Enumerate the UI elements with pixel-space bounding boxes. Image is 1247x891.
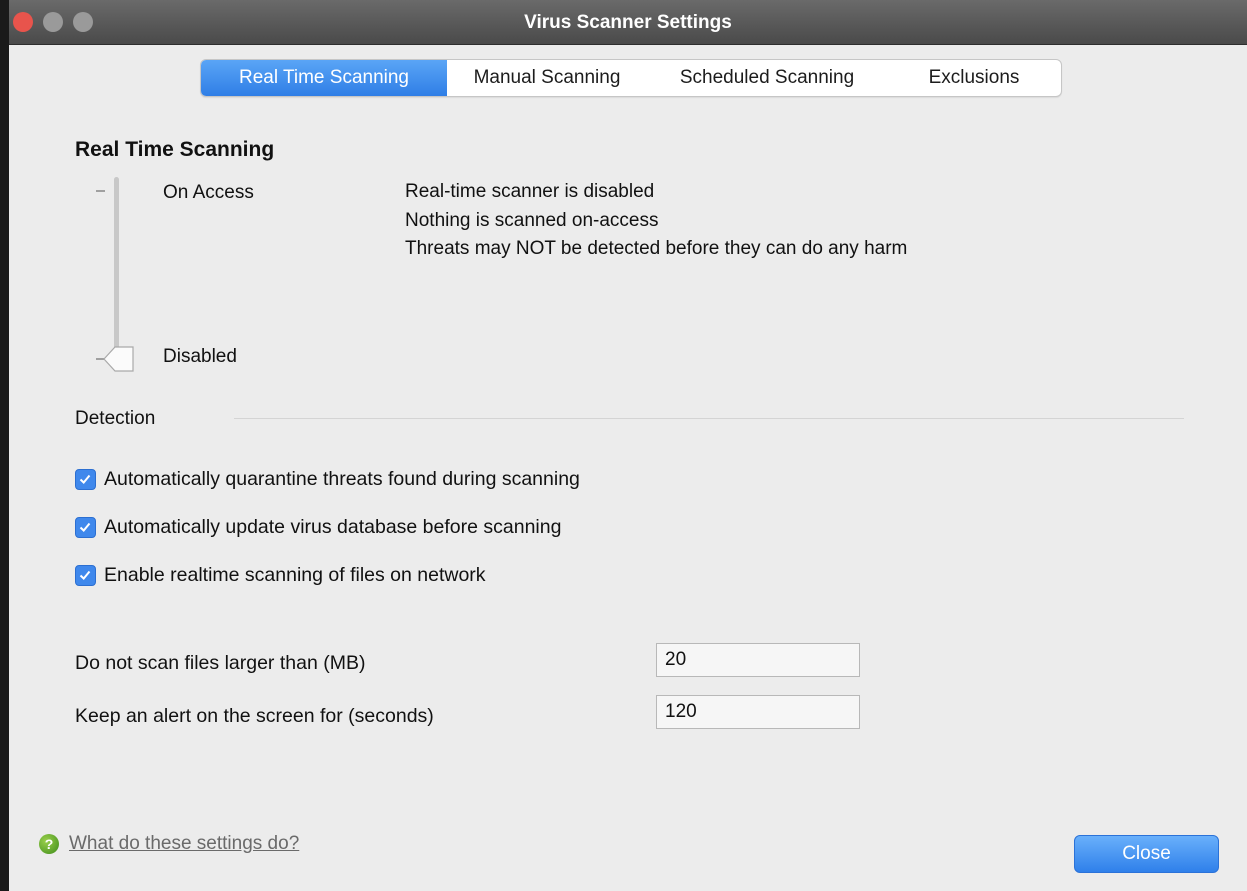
alert-duration-input[interactable] xyxy=(656,695,860,729)
slider-tick-top xyxy=(96,190,105,192)
quarantine-checkbox[interactable] xyxy=(75,469,96,490)
tab-real-time-scanning[interactable]: Real Time Scanning xyxy=(201,60,447,96)
help-link[interactable]: What do these settings do? xyxy=(69,833,299,855)
level-description: Real-time scanner is disabled Nothing is… xyxy=(405,178,907,264)
level-disabled[interactable]: Disabled xyxy=(163,346,237,368)
settings-window: Virus Scanner Settings Real Time Scannin… xyxy=(9,0,1247,891)
scan-level-slider-track[interactable] xyxy=(114,177,119,355)
title-bar[interactable]: Virus Scanner Settings xyxy=(9,0,1247,45)
tab-manual-scanning[interactable]: Manual Scanning xyxy=(447,60,647,96)
quarantine-checkbox-label: Automatically quarantine threats found d… xyxy=(104,468,580,490)
update-database-checkbox[interactable] xyxy=(75,517,96,538)
close-button[interactable]: Close xyxy=(1074,835,1219,873)
checkmark-icon xyxy=(79,522,91,532)
max-file-size-label: Do not scan files larger than (MB) xyxy=(75,652,366,674)
network-scan-checkbox-row[interactable]: Enable realtime scanning of files on net… xyxy=(75,564,486,587)
detection-group-label: Detection xyxy=(75,408,156,429)
network-scan-checkbox-label: Enable realtime scanning of files on net… xyxy=(104,564,486,586)
checkmark-icon xyxy=(79,570,91,580)
description-line: Threats may NOT be detected before they … xyxy=(405,238,908,259)
scan-level-slider-knob[interactable] xyxy=(102,342,136,376)
update-database-checkbox-label: Automatically update virus database befo… xyxy=(104,516,562,538)
description-line: Real-time scanner is disabled xyxy=(405,181,655,202)
window-title: Virus Scanner Settings xyxy=(524,12,732,33)
alert-duration-label: Keep an alert on the screen for (seconds… xyxy=(75,705,434,727)
update-database-checkbox-row[interactable]: Automatically update virus database befo… xyxy=(75,516,561,539)
checkmark-icon xyxy=(79,474,91,484)
tab-bar: Real Time Scanning Manual Scanning Sched… xyxy=(200,59,1062,97)
tab-exclusions[interactable]: Exclusions xyxy=(887,60,1061,96)
section-heading: Real Time Scanning xyxy=(75,138,275,161)
level-on-access[interactable]: On Access xyxy=(163,182,254,204)
max-file-size-input[interactable] xyxy=(656,643,860,677)
help-row[interactable]: ? What do these settings do? xyxy=(39,833,299,855)
description-line: Nothing is scanned on-access xyxy=(405,209,659,231)
network-scan-checkbox[interactable] xyxy=(75,565,96,586)
quarantine-checkbox-row[interactable]: Automatically quarantine threats found d… xyxy=(75,468,580,491)
help-question-icon[interactable]: ? xyxy=(39,834,59,854)
detection-divider xyxy=(234,418,1184,419)
tab-scheduled-scanning[interactable]: Scheduled Scanning xyxy=(647,60,887,96)
